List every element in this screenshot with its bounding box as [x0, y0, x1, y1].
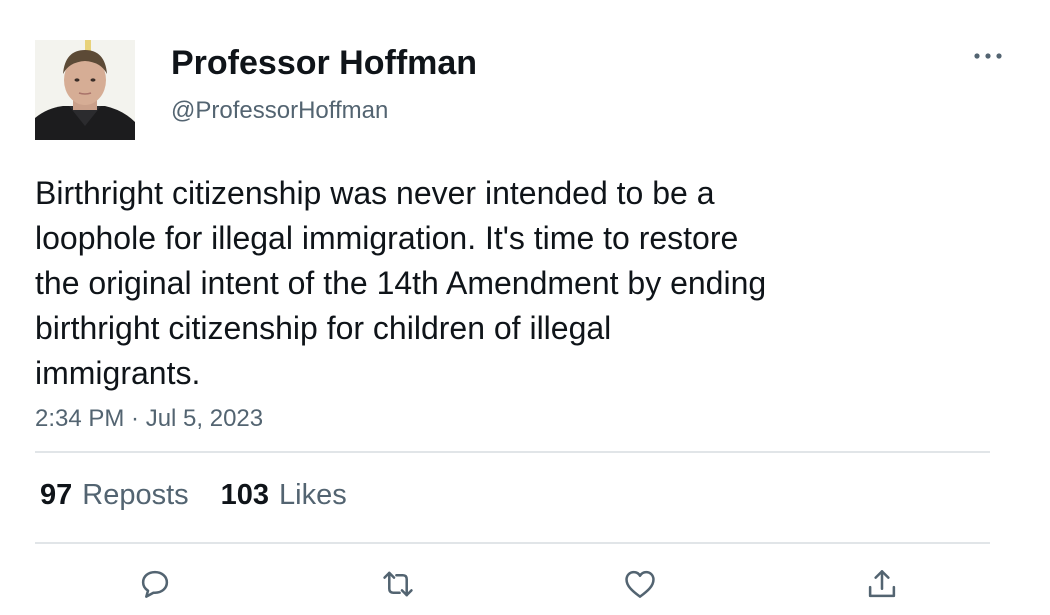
reply-button[interactable] — [133, 562, 177, 606]
divider — [35, 451, 990, 453]
like-icon — [625, 570, 655, 598]
likes-stat[interactable]: 103 Likes — [221, 477, 347, 513]
share-button[interactable] — [860, 562, 904, 606]
avatar[interactable] — [35, 40, 135, 140]
likes-count: 103 — [220, 479, 270, 511]
tweet-text: Birthright citizenship was never intende… — [35, 175, 767, 391]
reposts-stat[interactable]: 97 Reposts — [40, 477, 189, 513]
tweet-card: Professor Hoffman @ProfessorHoffman Birt… — [0, 0, 1050, 615]
more-options-button[interactable] — [970, 44, 1006, 68]
share-icon — [868, 570, 896, 598]
reposts-count: 97 — [40, 479, 73, 511]
reply-icon — [141, 570, 169, 598]
repost-button[interactable] — [376, 562, 420, 606]
profile-photo-icon — [35, 40, 135, 140]
action-bar — [0, 560, 1050, 610]
repost-icon — [383, 571, 413, 597]
engagement-stats: 97 Reposts 103 Likes — [40, 477, 347, 513]
more-icon — [974, 53, 1002, 59]
reposts-label: Reposts — [82, 479, 189, 511]
likes-label: Likes — [279, 479, 347, 511]
divider — [35, 542, 990, 544]
like-button[interactable] — [618, 562, 662, 606]
tweet-timestamp[interactable]: 2:34 PM · Jul 5, 2023 — [35, 404, 263, 434]
author-handle[interactable]: @ProfessorHoffman — [171, 96, 388, 126]
author-name[interactable]: Professor Hoffman — [171, 43, 477, 83]
